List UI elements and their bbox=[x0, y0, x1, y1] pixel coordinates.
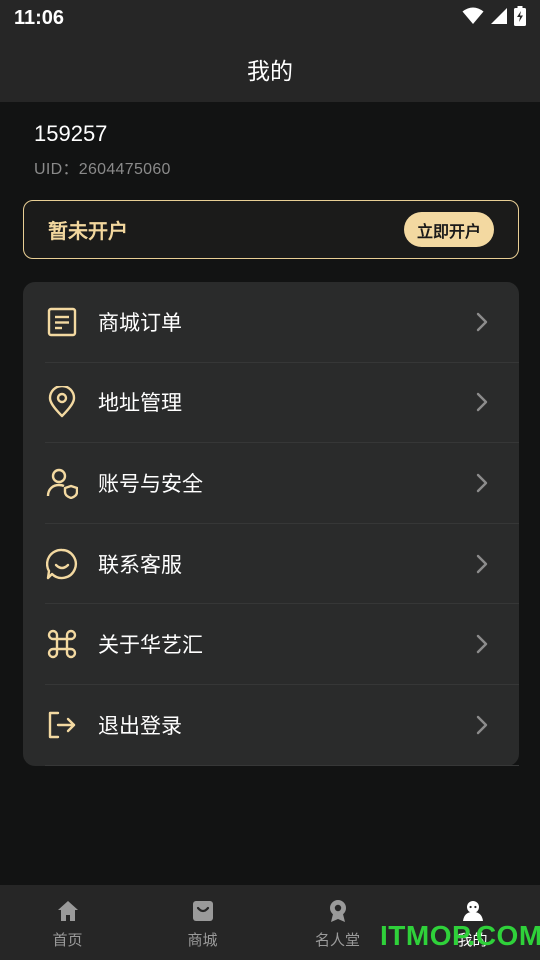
menu-item-address[interactable]: 地址管理 bbox=[45, 363, 519, 444]
menu-list: 商城订单 地址管理 账号与安全 联系客服 关于华艺汇 退出登录 bbox=[23, 282, 519, 766]
nav-item-hall-of-fame[interactable]: 名人堂 bbox=[270, 885, 405, 960]
nav-label: 我的 bbox=[457, 931, 488, 949]
chevron-right-icon bbox=[475, 633, 489, 655]
location-pin-icon bbox=[45, 385, 79, 419]
chevron-right-icon bbox=[475, 311, 489, 333]
menu-item-label: 地址管理 bbox=[98, 391, 182, 416]
profile-info: 159257 UID：2604475060 bbox=[34, 121, 171, 179]
username: 159257 bbox=[34, 121, 108, 146]
status-icons bbox=[462, 6, 526, 30]
chevron-right-icon bbox=[475, 714, 489, 736]
wifi-icon bbox=[462, 7, 484, 29]
menu-item-label: 联系客服 bbox=[98, 552, 182, 577]
nav-label: 名人堂 bbox=[314, 931, 360, 949]
user-shield-icon bbox=[45, 466, 79, 500]
nav-label: 商城 bbox=[187, 931, 218, 949]
menu-item-label: 账号与安全 bbox=[98, 471, 203, 496]
account-status-card: 暂未开户 立即开户 bbox=[23, 200, 519, 259]
nav-item-mine[interactable]: 我的 bbox=[405, 885, 540, 960]
menu-item-orders[interactable]: 商城订单 bbox=[45, 282, 519, 363]
user-uid: UID：2604475060 bbox=[34, 161, 171, 178]
status-time: 11:06 bbox=[14, 6, 65, 29]
signal-icon bbox=[490, 7, 508, 29]
account-status-text: 暂未开户 bbox=[48, 219, 128, 243]
page-title: 我的 bbox=[247, 59, 293, 85]
order-list-icon bbox=[45, 305, 79, 339]
status-bar: 11:06 bbox=[0, 0, 540, 36]
nav-label: 首页 bbox=[52, 931, 83, 949]
menu-item-label: 退出登录 bbox=[98, 713, 182, 738]
menu-item-logout[interactable]: 退出登录 bbox=[45, 685, 519, 766]
chevron-right-icon bbox=[475, 391, 489, 413]
menu-item-customer-service[interactable]: 联系客服 bbox=[45, 524, 519, 605]
medal-icon bbox=[326, 899, 350, 923]
nav-item-shop[interactable]: 商城 bbox=[135, 885, 270, 960]
open-account-button[interactable]: 立即开户 bbox=[403, 212, 494, 247]
app-header: 我的 bbox=[0, 36, 540, 102]
menu-item-label: 关于华艺汇 bbox=[98, 633, 203, 658]
menu-item-account-security[interactable]: 账号与安全 bbox=[45, 443, 519, 524]
chat-smile-icon bbox=[45, 547, 79, 581]
battery-charging-icon bbox=[514, 6, 526, 30]
profile-icon bbox=[461, 899, 485, 923]
nav-item-home[interactable]: 首页 bbox=[0, 885, 135, 960]
chevron-right-icon bbox=[475, 472, 489, 494]
home-icon bbox=[56, 899, 80, 923]
menu-item-label: 商城订单 bbox=[98, 310, 182, 335]
chevron-right-icon bbox=[475, 553, 489, 575]
menu-item-about[interactable]: 关于华艺汇 bbox=[45, 604, 519, 685]
shop-bag-icon bbox=[191, 899, 215, 923]
command-icon bbox=[45, 627, 79, 661]
logout-icon bbox=[45, 708, 79, 742]
bottom-nav: 首页 商城 名人堂 我的 bbox=[0, 885, 540, 960]
